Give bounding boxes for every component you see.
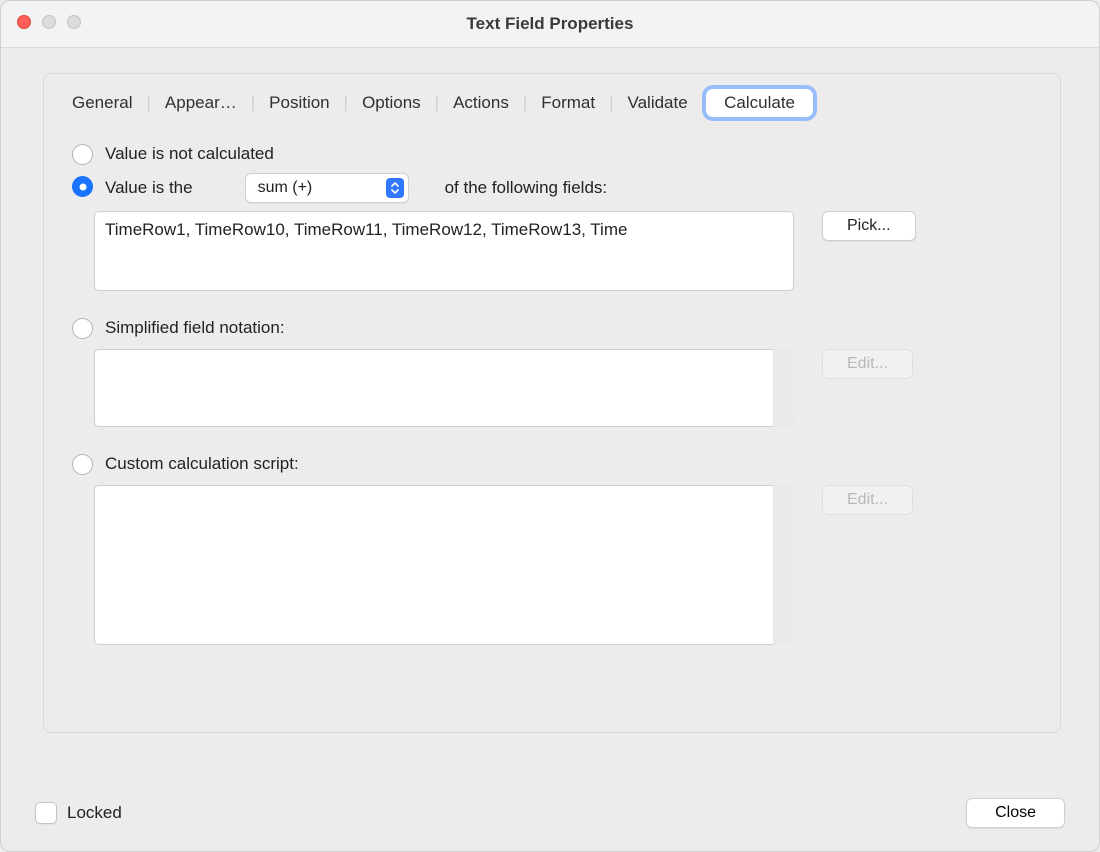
radio-not-calculated[interactable]: [72, 144, 93, 165]
radio-simplified[interactable]: [72, 318, 93, 339]
label-custom: Custom calculation script:: [105, 451, 299, 477]
opt-value-is-row: Value is the sum (+) of the following fi…: [72, 173, 1032, 203]
dropdown-icon: [386, 178, 404, 198]
label-value-is: Value is the: [105, 175, 193, 201]
close-button[interactable]: Close: [966, 798, 1065, 828]
simplified-text-box[interactable]: [94, 349, 794, 427]
close-window-icon[interactable]: [17, 15, 31, 29]
fields-list-box[interactable]: TimeRow1, TimeRow10, TimeRow11, TimeRow1…: [94, 211, 794, 291]
titlebar: Text Field Properties: [1, 1, 1099, 48]
properties-window: Text Field Properties General | Appear… …: [0, 0, 1100, 852]
simplified-area: Edit...: [94, 349, 1032, 427]
opt-not-calculated-row: Value is not calculated: [72, 141, 1032, 167]
window-title: Text Field Properties: [467, 14, 634, 34]
zoom-window-icon: [67, 15, 81, 29]
calculate-panel: Value is not calculated Value is the sum…: [44, 123, 1060, 645]
opt-custom-row: Custom calculation script:: [72, 451, 1032, 477]
custom-area: Edit...: [94, 485, 1032, 645]
label-of-fields: of the following fields:: [445, 178, 608, 198]
tab-actions[interactable]: Actions: [439, 90, 523, 116]
locked-group: Locked: [35, 802, 122, 824]
window-controls: [17, 15, 81, 29]
tab-bar: General | Appear… | Position | Options |…: [44, 83, 1060, 123]
radio-value-is[interactable]: [72, 176, 93, 197]
custom-script-box[interactable]: [94, 485, 794, 645]
footer: Locked Close: [1, 775, 1099, 851]
tab-validate[interactable]: Validate: [614, 90, 702, 116]
opt-simplified-row: Simplified field notation:: [72, 315, 1032, 341]
fields-area: TimeRow1, TimeRow10, TimeRow11, TimeRow1…: [94, 211, 1032, 291]
tab-appearance[interactable]: Appear…: [151, 90, 251, 116]
tab-options[interactable]: Options: [348, 90, 435, 116]
edit-simplified-button: Edit...: [822, 349, 913, 379]
edit-custom-button: Edit...: [822, 485, 913, 515]
scrollbar-track: [773, 485, 794, 645]
tab-general[interactable]: General: [58, 90, 146, 116]
locked-label: Locked: [67, 803, 122, 823]
scrollbar-track: [773, 349, 794, 427]
content-panel: General | Appear… | Position | Options |…: [43, 73, 1061, 733]
label-simplified: Simplified field notation:: [105, 315, 285, 341]
minimize-window-icon: [42, 15, 56, 29]
radio-custom[interactable]: [72, 454, 93, 475]
label-not-calculated: Value is not calculated: [105, 141, 274, 167]
operation-select[interactable]: sum (+): [245, 173, 409, 203]
tab-position[interactable]: Position: [255, 90, 343, 116]
pick-button[interactable]: Pick...: [822, 211, 916, 241]
fields-list-text: TimeRow1, TimeRow10, TimeRow11, TimeRow1…: [105, 220, 627, 239]
operation-select-value: sum (+): [258, 179, 378, 197]
tab-calculate[interactable]: Calculate: [706, 89, 813, 117]
locked-checkbox[interactable]: [35, 802, 57, 824]
tab-format[interactable]: Format: [527, 90, 609, 116]
